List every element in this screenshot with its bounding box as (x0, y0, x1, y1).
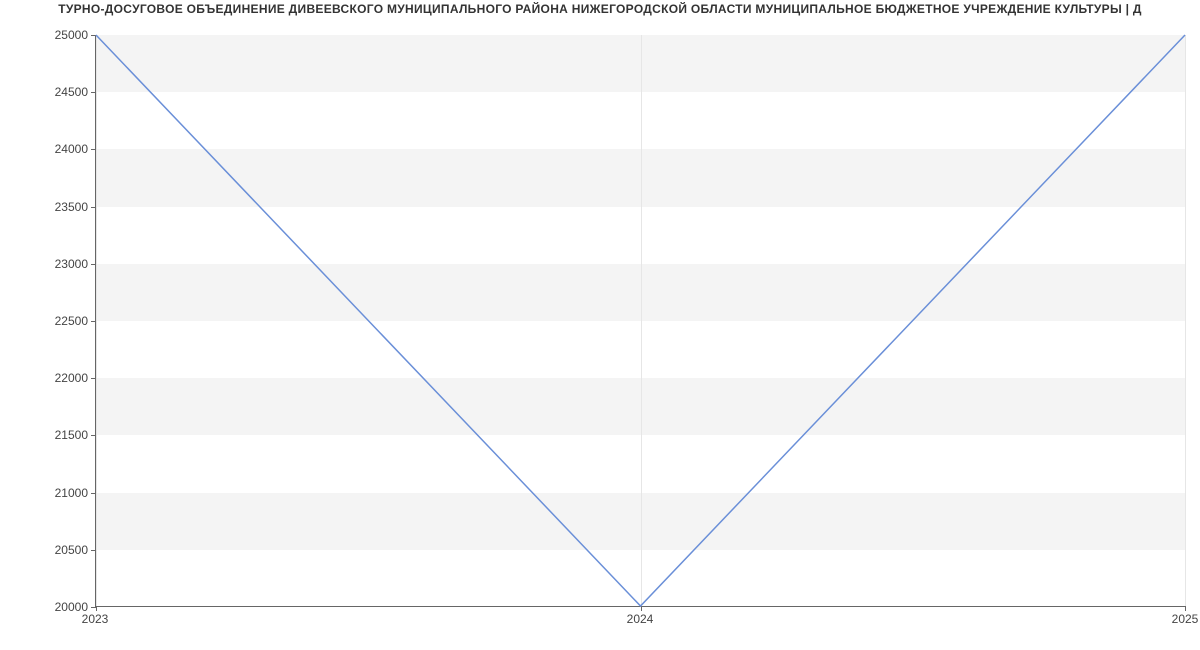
y-tick-label: 20000 (8, 601, 88, 613)
x-tick-label: 2024 (627, 612, 654, 626)
x-tick-mark (1185, 606, 1186, 611)
data-line (96, 35, 1185, 606)
y-tick-label: 21000 (8, 487, 88, 499)
y-tick-label: 20500 (8, 544, 88, 556)
x-tick-mark (641, 606, 642, 611)
plot-area (95, 35, 1185, 607)
x-tick-label: 2023 (82, 612, 109, 626)
y-tick-label: 25000 (8, 29, 88, 41)
y-tick-label: 23000 (8, 258, 88, 270)
y-tick-label: 23500 (8, 201, 88, 213)
y-tick-label: 21500 (8, 429, 88, 441)
y-tick-label: 22500 (8, 315, 88, 327)
y-tick-label: 22000 (8, 372, 88, 384)
chart-container: ТУРНО-ДОСУГОВОЕ ОБЪЕДИНЕНИЕ ДИВЕЕВСКОГО … (0, 0, 1200, 650)
x-tick-mark (96, 606, 97, 611)
chart-title: ТУРНО-ДОСУГОВОЕ ОБЪЕДИНЕНИЕ ДИВЕЕВСКОГО … (0, 2, 1200, 16)
grid-vline (1185, 35, 1186, 606)
y-tick-label: 24000 (8, 143, 88, 155)
x-tick-label: 2025 (1172, 612, 1199, 626)
y-tick-label: 24500 (8, 86, 88, 98)
